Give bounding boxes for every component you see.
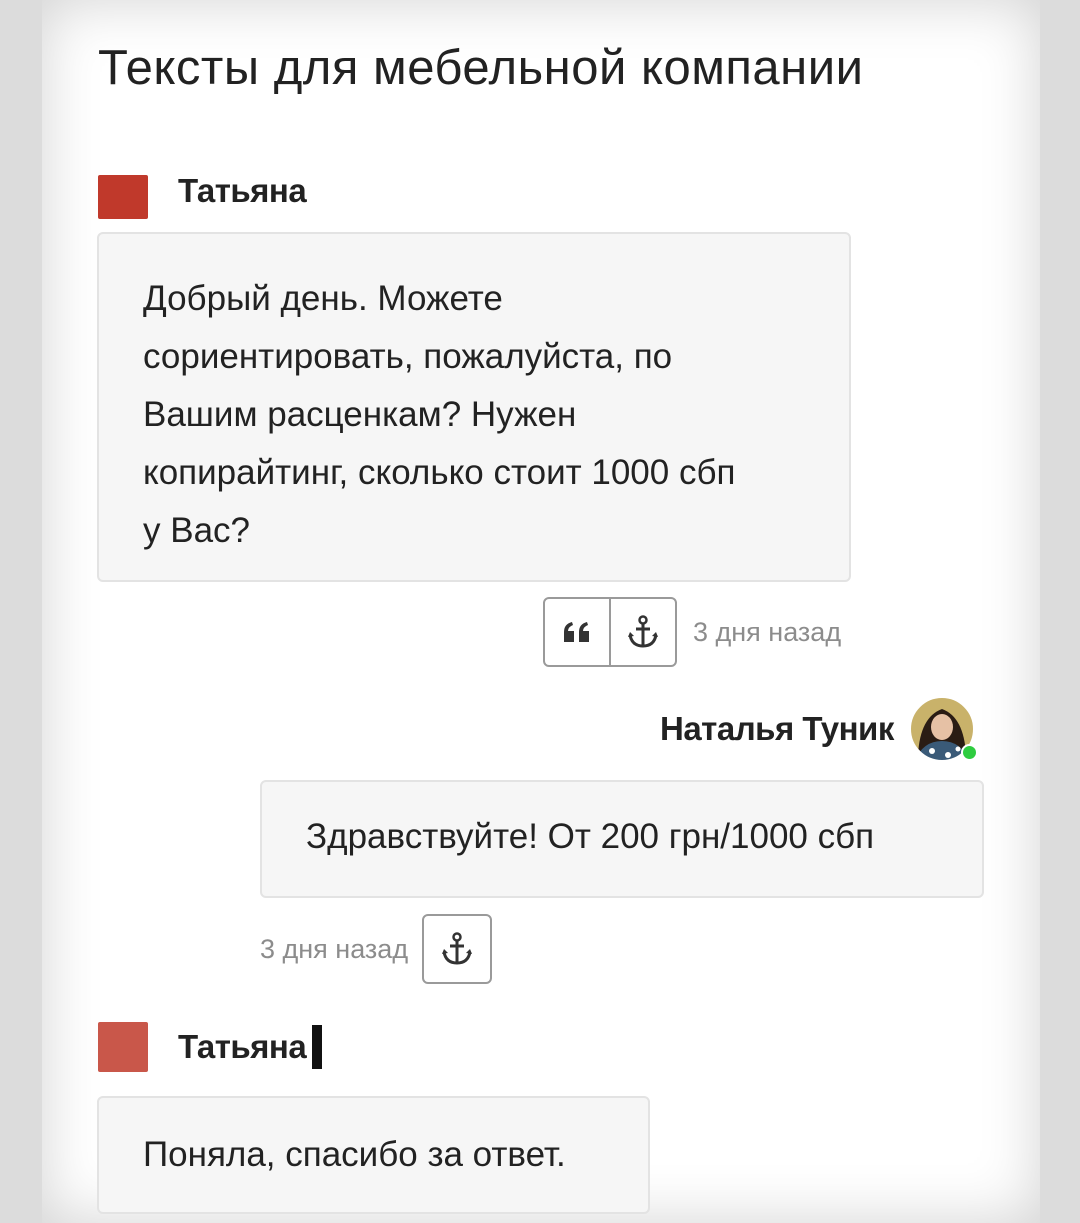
message-actions [422,914,493,984]
message-3-author: Татьяна [98,1022,323,1072]
anchor-icon [628,615,658,648]
avatar[interactable] [908,695,978,763]
message-2-author: Наталья Туник [660,695,978,763]
anchor-button[interactable] [609,599,675,665]
quote-button[interactable] [545,599,609,665]
avatar[interactable] [98,1022,148,1072]
message-1-author: Татьяна [98,163,307,219]
message-2-bubble: Здравствуйте! От 200 грн/1000 сбп [260,780,984,898]
author-name[interactable]: Наталья Туник [660,710,894,748]
page-title: Тексты для мебельной компании [98,41,864,95]
chat-page: Тексты для мебельной компании Татьяна До… [42,0,1040,1223]
avatar[interactable] [98,175,148,219]
message-text: Поняла, спасибо за ответ. [143,1135,566,1174]
anchor-button[interactable] [424,916,490,982]
message-time: 3 дня назад [260,933,409,964]
message-actions [543,597,677,667]
message-time: 3 дня назад [693,616,842,647]
right-margin [1040,0,1080,1223]
left-margin [0,0,42,1223]
online-status-dot [960,744,978,761]
message-2-meta: 3 дня назад [260,914,493,984]
anchor-icon [442,932,473,965]
message-text: Здравствуйте! От 200 грн/1000 сбп [306,817,875,856]
author-name[interactable]: Татьяна [178,1028,307,1066]
message-3-bubble: Поняла, спасибо за ответ. [97,1096,650,1214]
quote-icon [564,622,589,642]
redaction-mark [312,1025,323,1069]
message-text: Добрый день. Можете сориентировать, пожа… [143,279,736,550]
message-1-meta: 3 дня назад [543,597,841,667]
author-name[interactable]: Татьяна [178,172,307,210]
message-1-bubble: Добрый день. Можете сориентировать, пожа… [97,232,851,582]
